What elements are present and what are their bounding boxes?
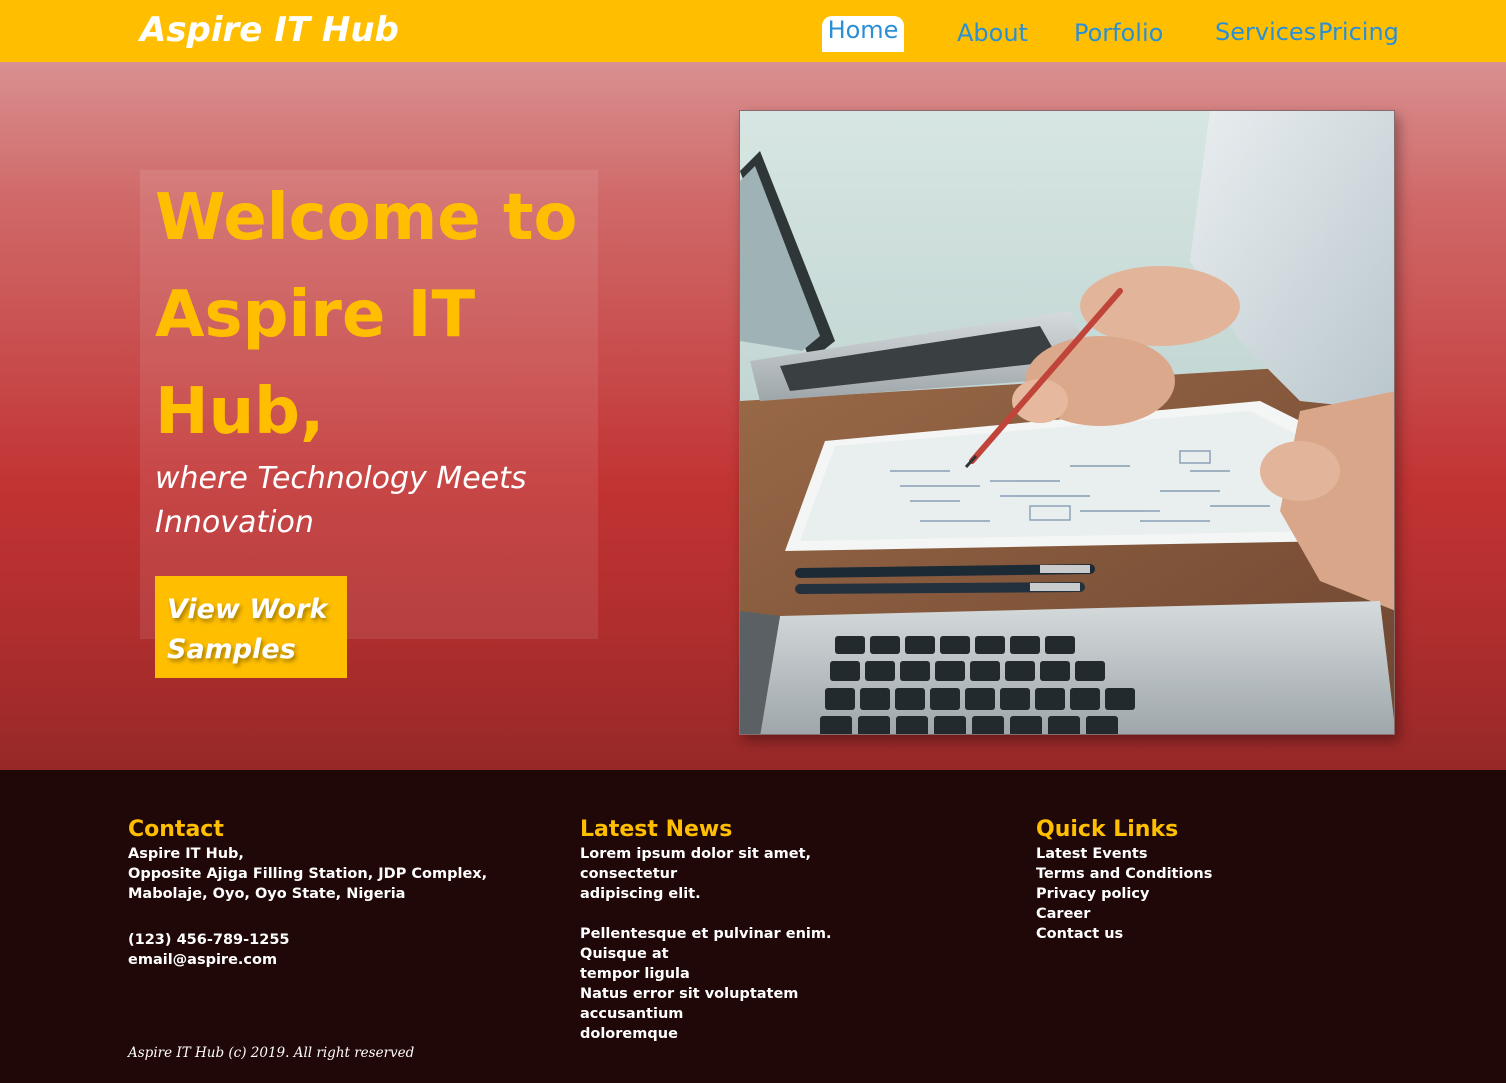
- hero-image: [739, 110, 1395, 735]
- phone-number: (123) 456-789-1255: [128, 932, 290, 948]
- hero-heading: Welcome to Aspire IT Hub,: [155, 181, 578, 449]
- brand-logo[interactable]: Aspire IT Hub: [140, 10, 399, 50]
- button-label-line1: View Work: [167, 594, 328, 625]
- hero-section: Welcome to Aspire IT Hub, where Technolo…: [0, 62, 1506, 770]
- news-item: doloremque: [580, 1026, 678, 1042]
- news-heading: Latest News: [580, 817, 733, 842]
- address-line: Mabolaje, Oyo, Oyo State, Nigeria: [128, 886, 406, 902]
- nav-pricing[interactable]: Pricing: [1318, 18, 1399, 46]
- link-latest-events[interactable]: Latest Events: [1036, 844, 1296, 864]
- news-item: Natus error sit voluptatem accusantium: [580, 986, 799, 1022]
- nav-home[interactable]: Home: [822, 16, 904, 52]
- news-item: adipiscing elit.: [580, 886, 701, 902]
- footer-contact: Contact Aspire IT Hub, Opposite Ajiga Fi…: [128, 816, 508, 970]
- news-item: Pellentesque et pulvinar enim. Quisque a…: [580, 926, 832, 962]
- address-line: Aspire IT Hub,: [128, 846, 244, 862]
- link-contact-us[interactable]: Contact us: [1036, 924, 1296, 944]
- copyright-text: Aspire IT Hub (c) 2019. All right reserv…: [128, 1045, 415, 1061]
- nav-about[interactable]: About: [957, 19, 1028, 47]
- news-item: Lorem ipsum dolor sit amet, consectetur: [580, 846, 812, 882]
- footer: Contact Aspire IT Hub, Opposite Ajiga Fi…: [0, 770, 1506, 1083]
- nav-services[interactable]: Services: [1215, 18, 1316, 46]
- link-terms[interactable]: Terms and Conditions: [1036, 864, 1296, 884]
- footer-quick-links: Quick Links Latest Events Terms and Cond…: [1036, 816, 1296, 944]
- address-line: Opposite Ajiga Filling Station, JDP Comp…: [128, 866, 488, 882]
- email-address[interactable]: email@aspire.com: [128, 950, 508, 970]
- link-career[interactable]: Career: [1036, 904, 1296, 924]
- view-work-samples-button[interactable]: View Work Samples: [155, 576, 347, 678]
- quick-links-heading: Quick Links: [1036, 817, 1179, 842]
- button-label-line2: Samples: [167, 634, 296, 665]
- nav-portfolio[interactable]: Porfolio: [1074, 19, 1163, 47]
- footer-news: Latest News Lorem ipsum dolor sit amet, …: [580, 816, 900, 1044]
- link-privacy[interactable]: Privacy policy: [1036, 884, 1296, 904]
- hero-subheading: where Technology Meets Innovation: [155, 461, 527, 540]
- contact-heading: Contact: [128, 817, 224, 842]
- news-item: tempor ligula: [580, 966, 690, 982]
- navbar: Aspire IT Hub Home About Porfolio Servic…: [0, 0, 1506, 62]
